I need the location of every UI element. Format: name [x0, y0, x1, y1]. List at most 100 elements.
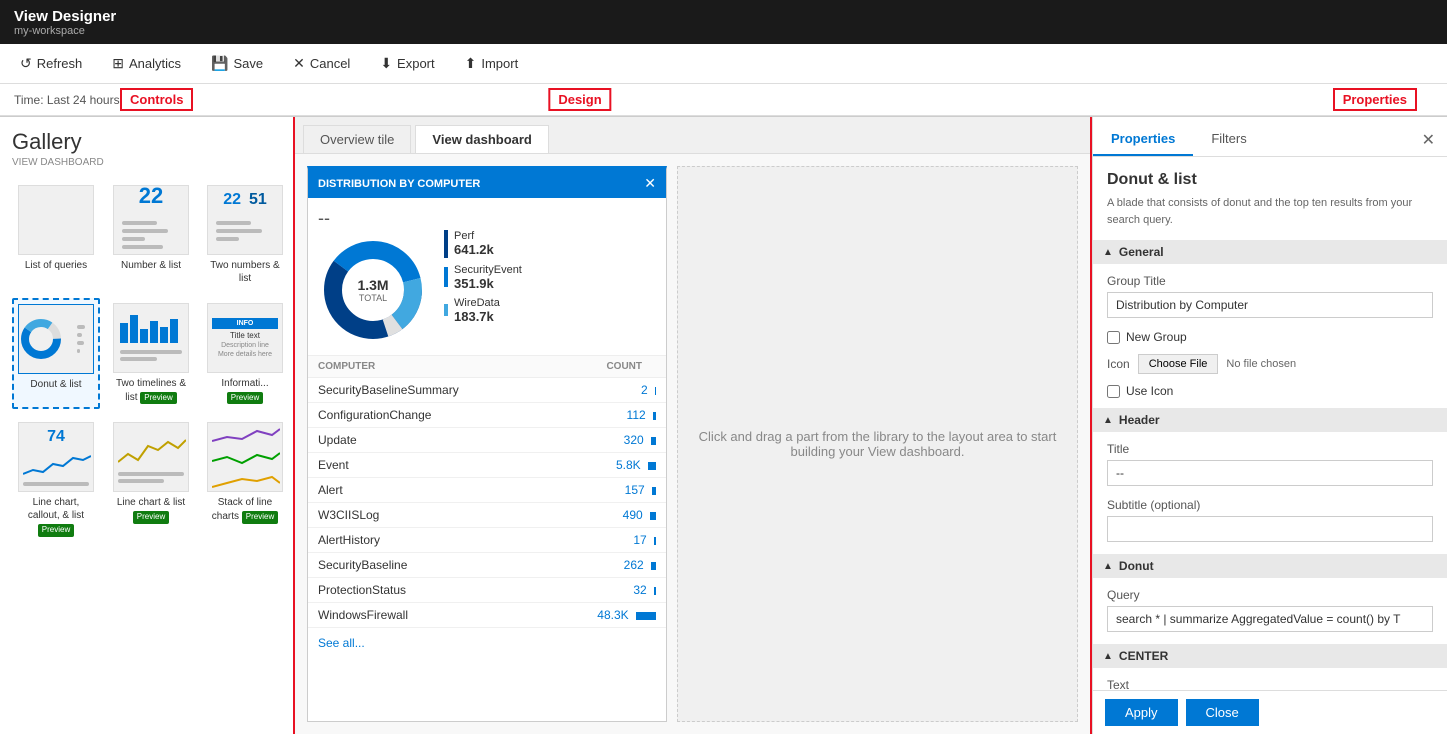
- table-row[interactable]: Alert 157: [308, 478, 666, 503]
- gallery-item-two-numbers[interactable]: 22 51 Two numbers & list: [202, 180, 288, 290]
- props-group-donut[interactable]: ▲ Donut: [1093, 554, 1447, 578]
- preview-badge-stack: Preview: [242, 511, 278, 523]
- table-row[interactable]: W3CIISLog 490: [308, 503, 666, 528]
- cancel-button[interactable]: ✕ Cancel: [287, 51, 356, 76]
- analytics-button[interactable]: ⊞ Analytics: [106, 51, 187, 76]
- table-row[interactable]: AlertHistory 17: [308, 528, 666, 553]
- new-group-label[interactable]: New Group: [1126, 330, 1187, 344]
- props-input-subtitle[interactable]: [1107, 516, 1433, 542]
- cell-computer: ProtectionStatus: [308, 578, 548, 603]
- no-file-text: No file chosen: [1226, 358, 1296, 370]
- gallery-item-donut-list[interactable]: Donut & list: [12, 298, 100, 409]
- gallery-label-stack-lines: Stack of line charts Preview: [207, 496, 283, 523]
- new-group-checkbox[interactable]: [1107, 331, 1120, 344]
- title-bar: View Designer my-workspace: [0, 0, 1447, 44]
- props-header: Properties Filters ✕: [1093, 117, 1447, 157]
- table-row[interactable]: SecurityBaselineSummary 2: [308, 378, 666, 403]
- col-header-computer: COMPUTER: [308, 356, 548, 378]
- table-row[interactable]: ConfigurationChange 112: [308, 403, 666, 428]
- section-labels-row: Time: Last 24 hours Controls Design Prop…: [0, 84, 1447, 116]
- props-input-group-title[interactable]: [1107, 292, 1433, 318]
- props-field-title: Title: [1107, 442, 1433, 486]
- gallery-panel: Gallery VIEW DASHBOARD List of queries: [0, 117, 295, 734]
- file-upload-label: Icon: [1107, 357, 1130, 371]
- table-row[interactable]: ProtectionStatus 32: [308, 578, 666, 603]
- choose-file-button[interactable]: Choose File: [1138, 354, 1219, 374]
- props-label-subtitle: Subtitle (optional): [1107, 498, 1433, 512]
- props-group-header[interactable]: ▲ Header: [1093, 408, 1447, 432]
- cell-count: 262: [548, 553, 666, 578]
- close-button[interactable]: Close: [1186, 699, 1259, 726]
- props-input-title[interactable]: [1107, 460, 1433, 486]
- save-button[interactable]: 💾 Save: [205, 51, 269, 76]
- refresh-button[interactable]: ↺ Refresh: [14, 51, 88, 76]
- group-label-donut: Donut: [1119, 559, 1154, 573]
- design-tabs: Overview tile View dashboard: [295, 117, 1090, 154]
- cell-count: 48.3K: [548, 603, 666, 628]
- dist-chart-area: --: [308, 198, 666, 356]
- props-checkbox-new-group: New Group: [1107, 330, 1433, 344]
- gallery-item-line-callout[interactable]: 74 Line chart, callout, & list Preview: [12, 417, 100, 541]
- distribution-tile: DISTRIBUTION BY COMPUTER ✕ --: [307, 166, 667, 722]
- export-button[interactable]: ⬇ Export: [374, 51, 440, 76]
- props-input-query[interactable]: [1107, 606, 1433, 632]
- tab-overview-tile[interactable]: Overview tile: [303, 125, 411, 153]
- donut-center: 1.3M TOTAL: [357, 277, 388, 303]
- gallery-visual-line-list: [113, 422, 189, 492]
- cell-computer: SecurityBaselineSummary: [308, 378, 548, 403]
- gallery-item-information[interactable]: INFO Title text Description line More de…: [202, 298, 288, 409]
- gallery-title: Gallery: [12, 129, 281, 155]
- gallery-label-line-list: Line chart & list Preview: [113, 496, 189, 523]
- props-tab-filters[interactable]: Filters: [1193, 123, 1264, 156]
- properties-label: Properties: [1333, 88, 1417, 111]
- props-tab-properties[interactable]: Properties: [1093, 123, 1193, 156]
- props-label-query: Query: [1107, 588, 1433, 602]
- props-footer: Apply Close: [1093, 690, 1447, 734]
- see-all-link[interactable]: See all...: [308, 628, 666, 658]
- gallery-label-two-numbers: Two numbers & list: [207, 259, 283, 285]
- table-row[interactable]: Update 320: [308, 428, 666, 453]
- props-group-general[interactable]: ▲ General: [1093, 240, 1447, 264]
- analytics-icon: ⊞: [112, 55, 124, 72]
- properties-panel: Properties Filters ✕ Donut & list A blad…: [1092, 117, 1447, 734]
- gallery-item-two-timelines[interactable]: Two timelines & list Preview: [108, 298, 194, 409]
- use-icon-checkbox[interactable]: [1107, 385, 1120, 398]
- tab-view-dashboard[interactable]: View dashboard: [415, 125, 548, 153]
- table-row[interactable]: SecurityBaseline 262: [308, 553, 666, 578]
- gallery-label-information: Informati... Preview: [207, 377, 283, 404]
- cell-count: 32: [548, 578, 666, 603]
- gallery-label-two-timelines: Two timelines & list Preview: [113, 377, 189, 404]
- preview-badge-callout: Preview: [38, 524, 74, 536]
- dist-close-button[interactable]: ✕: [644, 175, 656, 192]
- apply-button[interactable]: Apply: [1105, 699, 1178, 726]
- props-field-subtitle: Subtitle (optional): [1107, 498, 1433, 542]
- table-row[interactable]: Event 5.8K: [308, 453, 666, 478]
- props-close-button[interactable]: ✕: [1422, 130, 1435, 150]
- import-icon: ⬆: [465, 55, 477, 72]
- drop-zone[interactable]: Click and drag a part from the library t…: [677, 166, 1078, 722]
- legend-name-wiredata: WireData: [454, 297, 500, 309]
- file-upload-row: Icon Choose File No file chosen: [1107, 354, 1433, 374]
- gallery-item-line-list[interactable]: Line chart & list Preview: [108, 417, 194, 541]
- gallery-item-number-list[interactable]: 22 Number & list: [108, 180, 194, 290]
- gallery-item-list-queries[interactable]: List of queries: [12, 180, 100, 290]
- legend-value-wiredata: 183.7k: [454, 309, 500, 324]
- gallery-visual-donut-list: [18, 304, 94, 374]
- props-group-center[interactable]: ▲ CENTER: [1093, 644, 1447, 668]
- cell-computer: WindowsFirewall: [308, 603, 548, 628]
- dist-table-body: SecurityBaselineSummary 2 ConfigurationC…: [308, 378, 666, 628]
- preview-badge-timelines: Preview: [140, 392, 176, 404]
- table-row[interactable]: WindowsFirewall 48.3K: [308, 603, 666, 628]
- gallery-item-stack-lines[interactable]: Stack of line charts Preview: [202, 417, 288, 541]
- dist-table: COMPUTER COUNT SecurityBaselineSummary 2…: [308, 356, 666, 628]
- cell-count: 320: [548, 428, 666, 453]
- import-button[interactable]: ⬆ Import: [459, 51, 525, 76]
- props-label-center-text: Text: [1107, 678, 1433, 690]
- workspace-label: my-workspace: [14, 25, 1433, 37]
- props-checkbox-use-icon: Use Icon: [1107, 384, 1433, 398]
- use-icon-label[interactable]: Use Icon: [1126, 384, 1173, 398]
- dist-title: DISTRIBUTION BY COMPUTER: [318, 178, 480, 190]
- cell-count: 490: [548, 503, 666, 528]
- cell-count: 17: [548, 528, 666, 553]
- design-content: DISTRIBUTION BY COMPUTER ✕ --: [295, 154, 1090, 734]
